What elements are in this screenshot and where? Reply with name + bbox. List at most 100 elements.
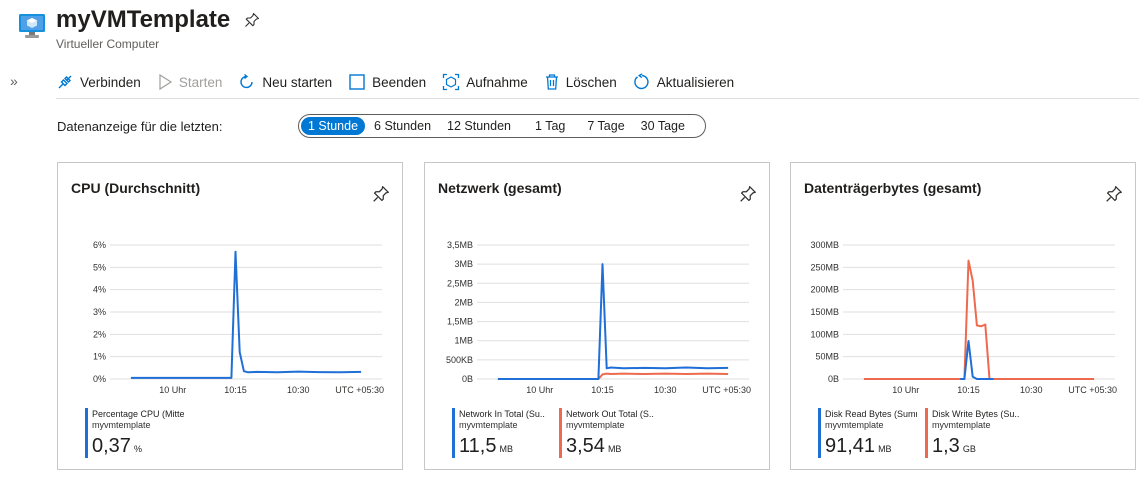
legend-series-name: Disk Write Bytes (Su..	[932, 409, 1020, 419]
y-tick-label: 6%	[93, 240, 106, 250]
stop-icon	[349, 74, 365, 90]
delete-button[interactable]: Löschen	[544, 73, 617, 91]
legend-resource: myvmtemplate	[92, 420, 151, 430]
summary-unit: GB	[962, 444, 976, 454]
legend-color-bar	[818, 408, 821, 458]
summary-number: 91,41	[825, 435, 876, 457]
restart-label: Neu starten	[262, 74, 333, 90]
y-tick-label: 100MB	[810, 329, 839, 339]
y-tick-label: 0B	[828, 374, 839, 384]
legend-resource: myvmtemplate	[932, 420, 991, 430]
y-tick-label: 1MB	[454, 336, 473, 346]
stop-button[interactable]: Beenden	[348, 73, 426, 91]
refresh-icon	[634, 73, 649, 90]
legend-summary-value: 3,54 MB	[566, 435, 621, 458]
y-tick-label: 0%	[93, 374, 106, 384]
y-tick-label: 0B	[462, 374, 473, 384]
refresh-button[interactable]: Aktualisieren	[633, 73, 734, 91]
x-tick-label: 10:15	[591, 385, 614, 395]
legend-series-name: Disk Read Bytes (Summe)	[825, 409, 917, 419]
legend-color-bar	[452, 408, 455, 458]
connect-icon	[58, 75, 72, 89]
y-tick-label: 500KB	[446, 355, 473, 365]
command-bar: Verbinden Starten Neu starten Beenden Au…	[56, 70, 750, 94]
trash-icon	[545, 74, 558, 90]
y-tick-label: 3,5MB	[447, 240, 473, 250]
virtual-machine-icon	[19, 14, 45, 38]
legend-color-bar	[85, 408, 88, 458]
capture-icon	[443, 73, 460, 91]
y-tick-label: 3MB	[454, 259, 473, 269]
y-tick-label: 300MB	[810, 240, 839, 250]
y-tick-label: 1,5MB	[447, 317, 473, 327]
y-tick-label: 200MB	[810, 285, 839, 295]
summary-unit: %	[133, 444, 142, 454]
start-button[interactable]: Starten	[157, 73, 223, 91]
legend-resource: myvmtemplate	[459, 420, 518, 430]
restart-button[interactable]: Neu starten	[238, 73, 332, 91]
x-tick-label: 10:15	[224, 385, 247, 395]
legend-summary-value: 0,37%	[92, 435, 142, 458]
legend-color-bar	[925, 408, 928, 458]
toolbar-divider	[56, 98, 1139, 99]
range-option-12-hours[interactable]: 12 Stunden	[440, 117, 518, 135]
capture-button[interactable]: Aufnahme	[442, 73, 528, 91]
time-range-selector: 1 Stunde 6 Stunden 12 Stunden 1 Tag 7 Ta…	[298, 114, 706, 138]
y-tick-label: 2%	[93, 329, 106, 339]
x-tick-label: 10:30	[1020, 385, 1043, 395]
network-chart-card[interactable]: Netzwerk (gesamt) 3,5MB 3MB 2,5MB 2MB 1,5MB 1…	[424, 162, 770, 470]
delete-label: Löschen	[565, 74, 617, 90]
capture-label: Aufnahme	[466, 74, 528, 90]
legend-summary-value: 1,3 GB	[932, 435, 976, 458]
connect-button[interactable]: Verbinden	[56, 73, 141, 91]
y-tick-label: 1%	[93, 352, 106, 362]
summary-number: 11,5	[459, 435, 497, 457]
range-option-6-hours[interactable]: 6 Stunden	[367, 117, 438, 135]
x-tick-label: 10:30	[287, 385, 310, 395]
restart-icon	[240, 73, 254, 89]
legend-summary-value: 11,5 MB	[459, 435, 513, 458]
range-option-1-day[interactable]: 1 Tag	[528, 117, 572, 135]
series-line	[130, 250, 362, 379]
legend-series-name: Percentage CPU (Mittelw)	[92, 409, 184, 419]
summary-number: 3,54	[566, 435, 605, 457]
y-tick-label: 5%	[93, 262, 106, 272]
y-tick-label: 4%	[93, 285, 106, 295]
refresh-label: Aktualisieren	[656, 74, 735, 90]
page-subtitle: Virtueller Computer	[56, 37, 160, 51]
disk-chart-card[interactable]: Datenträgerbytes (gesamt) 300MB 250MB 200M…	[790, 162, 1136, 470]
summary-unit: MB	[878, 444, 892, 454]
connect-label: Verbinden	[80, 74, 141, 90]
summary-unit: MB	[499, 444, 513, 454]
y-tick-label: 2,5MB	[447, 278, 473, 288]
legend-summary-value: 91,41 MB	[825, 435, 892, 458]
range-option-30-days[interactable]: 30 Tage	[634, 117, 692, 135]
summary-number: 0,37	[92, 435, 131, 457]
y-tick-label: 2MB	[454, 297, 473, 307]
start-label: Starten	[178, 74, 223, 90]
timezone-label: UTC +05:30	[1068, 385, 1117, 395]
expand-sidebar-icon[interactable]: »	[10, 73, 18, 89]
pin-icon[interactable]	[244, 12, 260, 28]
time-range-label: Datenanzeige für die letzten:	[57, 119, 223, 134]
play-icon	[159, 73, 172, 91]
y-tick-label: 50MB	[815, 352, 839, 362]
x-tick-label: 10:30	[654, 385, 677, 395]
range-option-1-hour[interactable]: 1 Stunde	[301, 117, 366, 135]
network-line-chart: 3,5MB 3MB 2,5MB 2MB 1,5MB 1MB 500KB 0B 10 Uhr 10:…	[446, 240, 751, 395]
x-tick-label: 10 Uhr	[159, 385, 186, 395]
legend-color-bar	[559, 408, 562, 458]
legend-resource: myvmtemplate	[566, 420, 625, 430]
stop-label: Beenden	[372, 74, 427, 90]
y-tick-label: 150MB	[810, 307, 839, 317]
page-title: myVMTemplate	[56, 6, 231, 33]
timezone-label: UTC +05:30	[702, 385, 751, 395]
legend-series-name: Network Out Total (S..	[566, 409, 654, 419]
legend-resource: myvmtemplate	[825, 420, 884, 430]
series-line	[863, 259, 1095, 380]
range-option-7-days[interactable]: 7 Tage	[580, 117, 631, 135]
summary-number: 1,3	[932, 435, 960, 457]
cpu-line-chart: 6% 5% 4% 3% 2% 1% 0% 10 Uhr 10:15 10:30 UTC +05:30	[93, 240, 384, 395]
cpu-chart-card[interactable]: CPU (Durchschnitt) 6% 5% 4% 3% 2% 1% 0% 10 Uhr 1…	[57, 162, 403, 470]
x-tick-label: 10:15	[957, 385, 980, 395]
